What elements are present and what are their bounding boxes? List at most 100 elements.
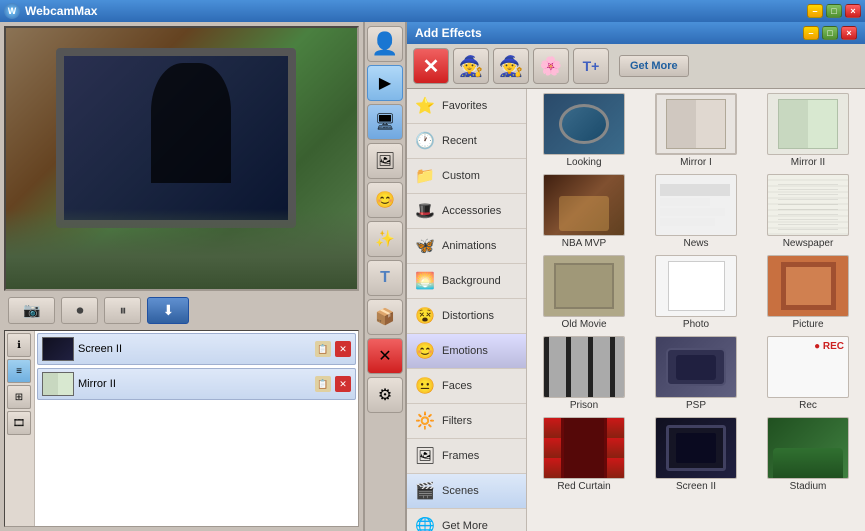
effect-mirror2[interactable]: Mirror II: [755, 93, 861, 168]
effect-tab-wizard2[interactable]: 🧙: [493, 48, 529, 84]
effect-label-nbamvp: NBA MVP: [562, 238, 606, 249]
effects-maximize-button[interactable]: □: [822, 26, 838, 40]
cat-item-filters[interactable]: 🔆 Filters: [407, 404, 526, 439]
effect-thumb-news: [655, 174, 737, 236]
effect-stadium[interactable]: Stadium: [755, 417, 861, 492]
minimize-button[interactable]: –: [807, 4, 823, 18]
effect-rec[interactable]: ● REC Rec: [755, 336, 861, 411]
effect-psp[interactable]: PSP: [643, 336, 749, 411]
camera-icon: 📷: [23, 302, 40, 319]
effect-label-picture: Picture: [792, 319, 823, 330]
title-bar: W WebcamMax – □ ×: [0, 0, 865, 22]
pause-button[interactable]: ⏸: [104, 297, 141, 324]
cat-item-emotions[interactable]: 😊 Emotions: [407, 334, 526, 369]
effect-label-prison: Prison: [570, 400, 598, 411]
effect-prison[interactable]: Prison: [531, 336, 637, 411]
info-button[interactable]: ℹ: [7, 333, 31, 357]
cat-item-animations[interactable]: 🦋 Animations: [407, 229, 526, 264]
grid-button[interactable]: ⊞: [7, 385, 31, 409]
cat-label-recent: Recent: [442, 135, 477, 147]
effects-minimize-button[interactable]: –: [803, 26, 819, 40]
cat-item-background[interactable]: 🌅 Background: [407, 264, 526, 299]
cat-item-get-more[interactable]: 🌐 Get More: [407, 509, 526, 531]
effect-thumb-picture: [767, 255, 849, 317]
layer-delete-button-2[interactable]: ✕: [335, 376, 351, 392]
middle-toolbar: 👤 ▶ 🖥 🖼 😊 ✨ T 📦 ✕ ⚙: [365, 22, 407, 531]
effect-picture[interactable]: Picture: [755, 255, 861, 330]
cat-item-faces[interactable]: 😐 Faces: [407, 369, 526, 404]
effect-label-redcurtain: Red Curtain: [557, 481, 610, 492]
effect-screen2[interactable]: Screen II: [643, 417, 749, 492]
tool-settings[interactable]: ⚙: [367, 377, 403, 413]
tool-face[interactable]: 😊: [367, 182, 403, 218]
left-panel: 📷 ⏺ ⏸ ⬇ ℹ ≡ ⊞ 🎞 Screen II: [0, 22, 365, 531]
tool-box[interactable]: 📦: [367, 299, 403, 335]
cat-label-get-more: Get More: [442, 520, 488, 531]
tool-video[interactable]: ▶: [367, 65, 403, 101]
layer-delete-button[interactable]: ✕: [335, 341, 351, 357]
layer-copy-button[interactable]: 📋: [315, 341, 331, 357]
preview-image: [6, 28, 357, 289]
layer-thumb-mirror2: [42, 372, 74, 396]
effect-label-photo: Photo: [683, 319, 709, 330]
list-button[interactable]: ≡: [7, 359, 31, 383]
effect-mirror1[interactable]: Mirror I: [643, 93, 749, 168]
cat-item-frames[interactable]: 🖼 Frames: [407, 439, 526, 474]
layer-copy-button-2[interactable]: 📋: [315, 376, 331, 392]
effect-thumb-nbamvp: [543, 174, 625, 236]
cat-item-custom[interactable]: 📁 Custom: [407, 159, 526, 194]
effect-thumb-redcurtain: [543, 417, 625, 479]
effect-looking[interactable]: Looking: [531, 93, 637, 168]
tool-picture[interactable]: 🖼: [367, 143, 403, 179]
effect-oldmovie[interactable]: Old Movie: [531, 255, 637, 330]
effect-nbamvp[interactable]: NBA MVP: [531, 174, 637, 249]
effect-newspaper[interactable]: Newspaper: [755, 174, 861, 249]
layer-thumb-screen2: [42, 337, 74, 361]
effect-news[interactable]: News: [643, 174, 749, 249]
cat-label-faces: Faces: [442, 380, 472, 392]
tool-magic[interactable]: ✨: [367, 221, 403, 257]
accessories-icon: 🎩: [413, 199, 437, 223]
effect-tab-text[interactable]: T+: [573, 48, 609, 84]
effect-photo[interactable]: Photo: [643, 255, 749, 330]
film-button[interactable]: 🎞: [7, 411, 31, 435]
effect-redcurtain[interactable]: Red Curtain: [531, 417, 637, 492]
cat-item-recent[interactable]: 🕐 Recent: [407, 124, 526, 159]
layer-item[interactable]: Mirror II 📋 ✕: [37, 368, 356, 400]
close-button[interactable]: ×: [845, 4, 861, 18]
effects-toolbar: ✕ 🧙 🧙 🌸 T+ Get More: [407, 44, 865, 89]
maximize-button[interactable]: □: [826, 4, 842, 18]
effect-label-screen2: Screen II: [676, 481, 716, 492]
cat-item-favorites[interactable]: ⭐ Favorites: [407, 89, 526, 124]
cat-item-accessories[interactable]: 🎩 Accessories: [407, 194, 526, 229]
effect-thumb-photo: [655, 255, 737, 317]
cat-item-scenes[interactable]: 🎬 Scenes: [407, 474, 526, 509]
camera-button[interactable]: 📷: [8, 297, 55, 324]
tool-text[interactable]: T: [367, 260, 403, 296]
get-more-button[interactable]: Get More: [619, 55, 689, 77]
effect-tab-add[interactable]: 🌸: [533, 48, 569, 84]
cat-label-animations: Animations: [442, 240, 496, 252]
layer-item[interactable]: Screen II 📋 ✕: [37, 333, 356, 365]
tool-delete-red[interactable]: ✕: [367, 338, 403, 374]
frames-icon: 🖼: [413, 444, 437, 468]
effects-close-button[interactable]: ×: [841, 26, 857, 40]
custom-icon: 📁: [413, 164, 437, 188]
cat-label-emotions: Emotions: [442, 345, 488, 357]
effect-label-looking: Looking: [566, 157, 601, 168]
cat-label-custom: Custom: [442, 170, 480, 182]
effect-tab-remove[interactable]: ✕: [413, 48, 449, 84]
preview-crowd: [6, 209, 357, 289]
effect-label-rec: Rec: [799, 400, 817, 411]
cat-label-background: Background: [442, 275, 501, 287]
tool-person[interactable]: 👤: [367, 26, 403, 62]
tool-screen[interactable]: 🖥: [367, 104, 403, 140]
record-button[interactable]: ⏺: [61, 297, 98, 324]
layer-name: Screen II: [78, 343, 311, 355]
download-icon: ⬇: [162, 302, 174, 318]
cat-item-distortions[interactable]: 😵 Distortions: [407, 299, 526, 334]
record-icon: ⏺: [76, 302, 83, 319]
effect-tab-wizard[interactable]: 🧙: [453, 48, 489, 84]
effect-label-news: News: [683, 238, 708, 249]
download-button[interactable]: ⬇: [147, 297, 189, 324]
